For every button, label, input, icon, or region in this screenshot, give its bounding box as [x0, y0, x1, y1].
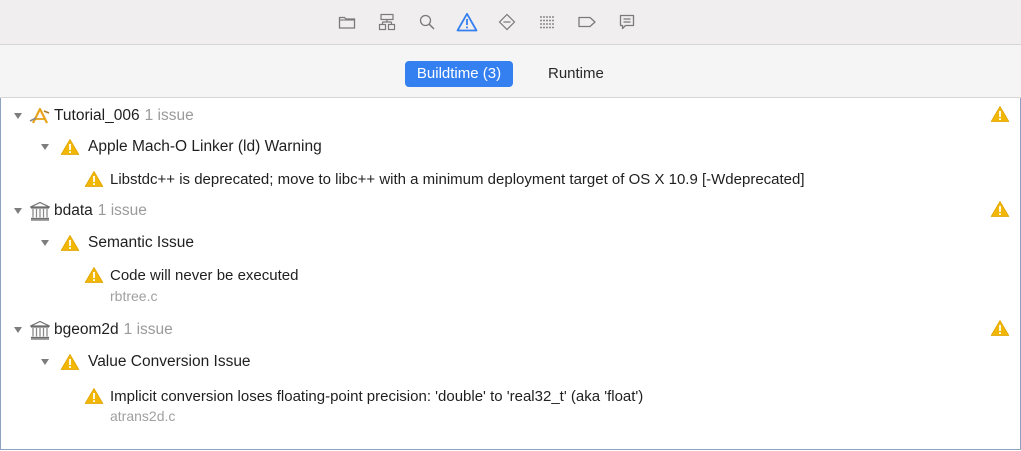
warning-badge-icon [990, 319, 1010, 342]
xcode-app-icon [27, 107, 53, 125]
category-label: Semantic Issue [88, 234, 194, 251]
diamond-icon[interactable] [487, 0, 527, 44]
disclosure-triangle-icon[interactable] [38, 348, 52, 376]
warning-icon [58, 234, 82, 252]
issue-group-tutorial[interactable]: Tutorial_006 1 issue [0, 102, 1021, 130]
disclosure-triangle-icon[interactable] [38, 229, 52, 257]
warning-icon [58, 138, 82, 156]
warning-icon [58, 353, 82, 371]
issue-message: Code will never be executed [110, 266, 299, 284]
disclosure-triangle-icon[interactable] [38, 133, 52, 161]
issue-message: Libstdc++ is deprecated; move to libc++ … [110, 170, 805, 188]
tab-buildtime[interactable]: Buildtime (3) [405, 61, 513, 87]
warning-icon [82, 266, 106, 284]
issue-count: 1 issue [123, 321, 173, 338]
warning-icon [82, 387, 106, 405]
tab-runtime[interactable]: Runtime [540, 61, 612, 87]
category-label: Apple Mach-O Linker (ld) Warning [88, 138, 322, 155]
search-icon[interactable] [407, 0, 447, 44]
issue-message: Implicit conversion loses floating-point… [110, 387, 644, 405]
disclosure-triangle-icon[interactable] [11, 316, 25, 344]
hierarchy-icon[interactable] [367, 0, 407, 44]
list-icon[interactable] [527, 0, 567, 44]
library-icon [27, 320, 53, 340]
issue-category-row[interactable]: Value Conversion Issue [0, 348, 1021, 376]
category-label: Value Conversion Issue [88, 353, 251, 370]
warning-badge-icon [990, 105, 1010, 128]
group-name: bdata [54, 202, 93, 219]
folder-icon[interactable] [327, 0, 367, 44]
disclosure-triangle-icon[interactable] [11, 102, 25, 130]
issue-group-bgeom2d[interactable]: bgeom2d 1 issue [0, 316, 1021, 344]
issue-message-row[interactable]: Code will never be executed [0, 261, 1021, 289]
issue-category-row[interactable]: Semantic Issue [0, 229, 1021, 257]
issue-count: 1 issue [144, 107, 194, 124]
scope-bar: Buildtime (3) Runtime [0, 45, 1021, 98]
source-file-link[interactable]: rbtree.c [110, 288, 157, 304]
issue-category-row[interactable]: Apple Mach-O Linker (ld) Warning [0, 133, 1021, 161]
navigator-toolbar [0, 0, 1021, 45]
issue-group-bdata[interactable]: bdata 1 issue [0, 197, 1021, 225]
disclosure-triangle-icon[interactable] [11, 197, 25, 225]
tag-icon[interactable] [567, 0, 607, 44]
issue-count: 1 issue [97, 202, 147, 219]
warning-icon[interactable] [447, 0, 487, 44]
source-file-link[interactable]: atrans2d.c [110, 408, 175, 424]
message-icon[interactable] [607, 0, 647, 44]
warning-badge-icon [990, 200, 1010, 223]
issue-message-row[interactable]: Libstdc++ is deprecated; move to libc++ … [0, 165, 1021, 193]
library-icon [27, 201, 53, 221]
warning-icon [82, 170, 106, 188]
group-name: bgeom2d [54, 321, 119, 338]
group-name: Tutorial_006 [54, 107, 140, 124]
issue-message-row[interactable]: Implicit conversion loses floating-point… [0, 382, 1021, 410]
